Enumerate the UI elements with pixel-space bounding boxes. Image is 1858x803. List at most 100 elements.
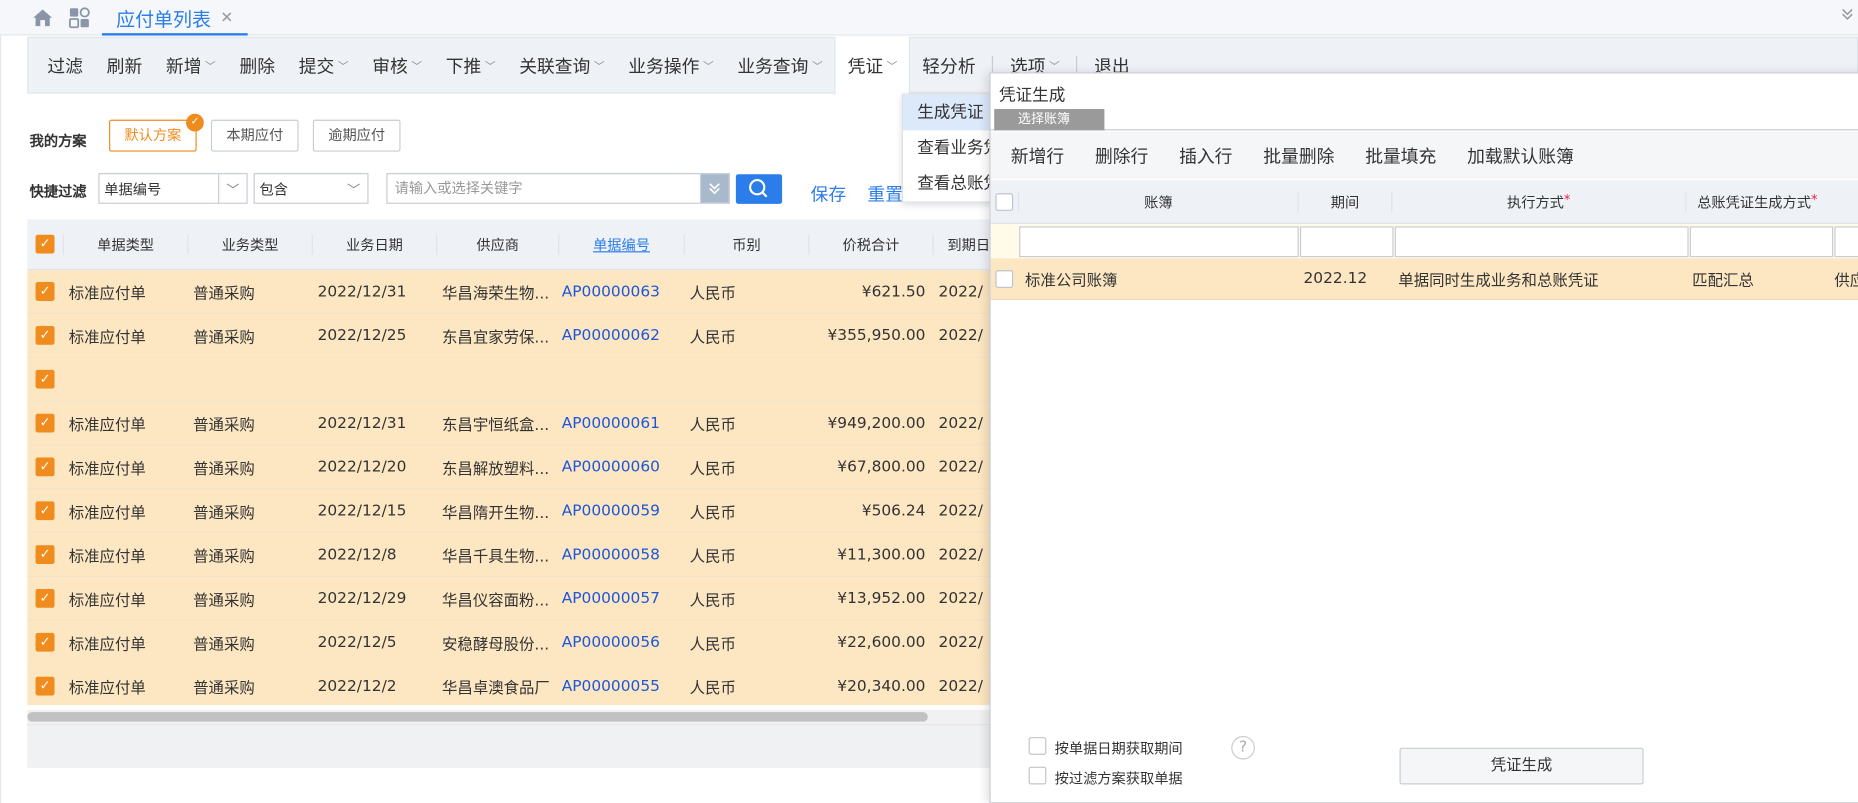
cell-gl-mode[interactable]: 匹配汇总 [1685,267,1828,290]
cell-doc-no[interactable]: AP00000055 [558,677,684,695]
save-link[interactable]: 保存 [811,181,847,206]
cell-exec-mode[interactable]: 单据同时生成业务和总账凭证 [1391,267,1685,290]
table-row[interactable]: ✓ 标准应付单 普通采购 2022/12/25 东昌宜家劳保... AP00000062 人… [27,314,991,358]
header-due-date[interactable]: 到期日 [932,234,991,255]
batch-delete-button[interactable]: 批量删除 [1248,143,1350,168]
business-operation-button[interactable]: 业务操作 ﹀ [616,37,725,94]
related-query-button[interactable]: 关联查询 ﹀ [507,37,616,94]
filter-field-select[interactable]: 单据编号 ﹀ [98,173,248,204]
cell-doc-no[interactable]: AP00000061 [558,414,684,432]
option-by-filter-scheme-checkbox[interactable] [1028,766,1047,785]
tab-payable-list[interactable]: 应付单列表 ✕ [101,2,248,36]
row-checkbox[interactable]: ✓ [27,588,63,608]
row-checkbox[interactable]: ✓ [27,545,63,565]
load-default-book-button[interactable]: 加载默认账簿 [1452,143,1589,168]
expand-icon[interactable] [700,174,729,203]
row-checkbox[interactable] [991,269,1018,288]
submit-button[interactable]: 提交 ﹀ [287,37,361,94]
period-filter-input[interactable] [1299,225,1394,257]
delete-button[interactable]: 删除 [228,37,287,94]
table-row[interactable]: ✓ 标准应付单 普通采购 2022/12/5 安稳酵母股份... AP00000056 人民… [27,620,991,665]
keyword-input[interactable]: 请输入或选择关键字 [386,173,730,204]
row-checkbox[interactable]: ✓ [27,501,63,521]
cell-doc-no[interactable]: AP00000057 [558,590,684,608]
table-row[interactable]: ✓ 标准应付单 普通采购 2022/12/31 东昌宇恒纸盒... AP00000061 人… [27,401,991,446]
filter-operator-select[interactable]: 包含 ﹀ [253,173,369,204]
header-biz-date[interactable]: 业务日期 [311,234,436,255]
row-checkbox[interactable]: ✓ [27,457,63,477]
option-period-by-date-label: 按单据日期获取期间 [1054,740,1183,758]
header-doc-type[interactable]: 单据类型 [62,234,187,255]
new-button[interactable]: 新增 ﹀ [154,37,228,94]
row-checkbox[interactable]: ✓ [27,632,63,652]
cell-period[interactable]: 2022.12 [1298,270,1392,288]
push-down-button[interactable]: 下推 ﹀ [434,37,508,94]
gl-mode-filter-input[interactable] [1689,225,1834,257]
audit-label: 审核 [372,55,408,77]
cell-book[interactable]: 标准公司账簿 [1018,267,1298,290]
cell-doc-no[interactable]: AP00000063 [558,283,684,301]
generate-voucher-button[interactable]: 凭证生成 [1399,747,1644,785]
table-row[interactable]: ✓ [27,357,991,402]
select-all-checkbox[interactable]: ✓ [27,234,63,254]
scrollbar-thumb[interactable] [27,712,928,722]
business-query-button[interactable]: 业务查询 ﹀ [725,37,834,94]
search-button[interactable] [735,174,783,204]
row-checkbox[interactable]: ✓ [27,413,63,433]
cell-doc-no[interactable]: AP00000058 [558,546,684,564]
table-row[interactable]: ✓ 标准应付单 普通采购 2022/12/29 华昌仪容面粉... AP00000057 人… [27,577,991,621]
option-period-by-date-checkbox[interactable] [1028,737,1047,755]
menu-item-view-gl-voucher[interactable]: 查看总账凭证 [903,166,995,202]
book-select-all[interactable] [991,192,1018,211]
header-biz-type[interactable]: 业务类型 [187,234,311,255]
header-doc-no[interactable]: 单据编号 [558,234,684,255]
cell-doc-no[interactable]: AP00000056 [558,633,684,651]
header-supplier[interactable]: 供应商 [436,234,558,255]
delete-row-button[interactable]: 删除行 [1080,143,1164,168]
horizontal-scrollbar[interactable] [27,709,991,725]
table-row[interactable]: ✓ 标准应付单 普通采购 2022/12/8 华昌千具生物... AP00000058 人民… [27,533,991,578]
add-row-button[interactable]: 新增行 [995,143,1079,168]
extra-filter-input[interactable] [1834,225,1858,257]
apps-icon[interactable] [68,6,92,30]
row-checkbox[interactable]: ✓ [27,676,63,696]
scheme-overdue-button[interactable]: 逾期应付 [312,119,401,152]
cell-doc-no[interactable]: AP00000062 [558,326,684,344]
row-checkbox[interactable]: ✓ [27,282,63,301]
header-currency[interactable]: 币别 [683,234,808,255]
row-checkbox[interactable]: ✓ [27,369,63,389]
voucher-button[interactable]: 凭证 ﹀ [834,36,911,95]
filter-button[interactable]: 过滤 [36,37,95,94]
refresh-button[interactable]: 刷新 [95,37,154,94]
scheme-default-button[interactable]: 默认方案 [109,119,197,152]
tab-select-book[interactable]: 选择账簿 [994,109,1105,131]
help-icon[interactable]: ? [1231,735,1255,760]
chevron-down-icon: ﹀ [411,61,423,73]
chevron-double-down-icon[interactable] [1841,7,1853,25]
menu-item-view-business-voucher[interactable]: 查看业务凭证 [903,130,995,166]
reset-link[interactable]: 重置 [867,181,903,206]
cell-amount: ¥949,200.00 [827,414,926,432]
batch-fill-button[interactable]: 批量填充 [1350,143,1452,168]
book-row[interactable]: 标准公司账簿 2022.12 单据同时生成业务和总账凭证 匹配汇总 供应 [990,258,1858,300]
scheme-current-button[interactable]: 本期应付 [210,119,299,152]
insert-row-button[interactable]: 插入行 [1164,143,1248,168]
table-row[interactable]: ✓ 标准应付单 普通采购 2022/12/15 华昌隋开生物... AP00000059 人… [27,489,991,534]
light-analysis-button[interactable]: 轻分析 [910,37,987,94]
header-amount[interactable]: 价税合计 [808,234,932,255]
book-filter-input[interactable] [1019,225,1299,257]
row-checkbox[interactable]: ✓ [27,325,63,345]
cell-due-date: 2022/ [938,458,983,476]
home-icon[interactable] [31,6,55,30]
close-icon[interactable]: ✕ [220,9,233,27]
audit-button[interactable]: 审核 ﹀ [360,37,434,94]
table-row[interactable]: ✓ 标准应付单 普通采购 2022/12/20 东昌解放塑料... AP00000060 人… [27,445,991,490]
mode-filter-input[interactable] [1394,225,1689,257]
cell-doc-no[interactable]: AP00000060 [558,458,684,476]
cell-extra[interactable]: 供应 [1828,267,1858,290]
table-row[interactable]: ✓ 标准应付单 普通采购 2022/12/2 华昌卓澳食品厂 AP00000055 人民币 ¥… [27,664,991,706]
cell-supplier: 华昌隋开生物... [442,504,550,522]
menu-item-generate-voucher[interactable]: 生成凭证 [902,94,996,131]
cell-doc-no[interactable]: AP00000059 [558,502,684,520]
table-row[interactable]: ✓ 标准应付单 普通采购 2022/12/31 华昌海荣生物... AP00000063 人… [27,270,991,315]
